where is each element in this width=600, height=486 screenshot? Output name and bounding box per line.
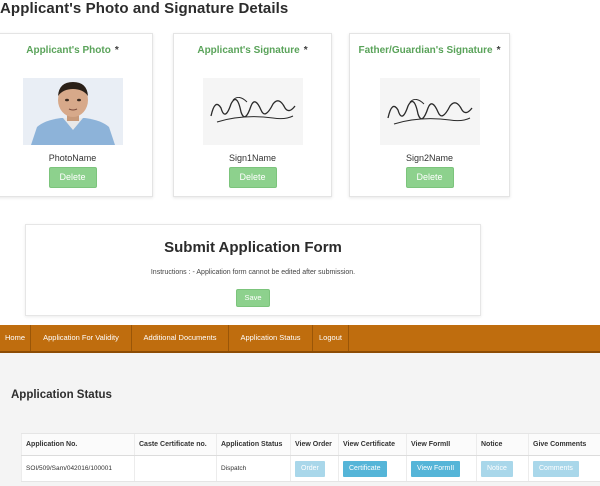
caste-certificate-no-cell <box>134 455 217 482</box>
table-row: SOI/509/Sam/042016/100001 Dispatch Order… <box>21 455 600 482</box>
signature-image <box>202 78 303 145</box>
card-applicant-photo: Applicant's Photo * PhotoName Delete <box>0 33 153 197</box>
view-formii-cell: View FormII <box>406 455 477 482</box>
comments-button[interactable]: Comments <box>533 460 579 477</box>
notice-button[interactable]: Notice <box>481 460 513 477</box>
delete-sign2-button[interactable]: Delete <box>405 167 454 188</box>
card-title-label: Father/Guardian's Signature <box>358 45 493 56</box>
file-name: PhotoName <box>48 153 97 163</box>
card-title: Applicant's Signature * <box>174 45 331 56</box>
view-certificate-cell: Certificate <box>338 455 407 482</box>
status-title: Application Status <box>11 389 112 401</box>
column-header: View Order <box>290 433 339 456</box>
submit-instructions: Instructions : - Application form cannot… <box>150 269 356 276</box>
file-name: Sign2Name <box>405 153 454 163</box>
required-mark: * <box>114 45 119 56</box>
save-button[interactable]: Save <box>236 289 270 307</box>
view-formii-button[interactable]: View FormII <box>411 460 461 477</box>
card-guardian-signature: Father/Guardian's Signature * Sign2Name D… <box>349 33 510 197</box>
column-header: View FormII <box>406 433 477 456</box>
submit-title: Submit Application Form <box>164 239 342 256</box>
delete-photo-button[interactable]: Delete <box>48 167 97 188</box>
column-header: Notice <box>476 433 529 456</box>
applicant-photo-image <box>22 78 123 145</box>
column-header: Caste Certificate no. <box>134 433 217 456</box>
column-header: Application Status <box>216 433 291 456</box>
required-mark: * <box>303 45 308 56</box>
nav-application-status[interactable]: Application Status <box>229 325 313 351</box>
file-name: Sign1Name <box>228 153 277 163</box>
column-header: View Certificate <box>338 433 407 456</box>
delete-sign1-button[interactable]: Delete <box>228 167 277 188</box>
nav-logout[interactable]: Logout <box>313 325 349 351</box>
card-title: Father/Guardian's Signature * <box>350 45 509 56</box>
nav-application-for-validity[interactable]: Application For Validity <box>31 325 132 351</box>
card-applicant-signature: Applicant's Signature * Sign1Name Delete <box>173 33 332 197</box>
required-mark: * <box>496 45 501 56</box>
submit-application-panel: Submit Application Form Instructions : -… <box>25 224 481 316</box>
table-header-row: Application No. Caste Certificate no. Ap… <box>21 433 600 456</box>
main-navbar: Home Application For Validity Additional… <box>0 325 600 353</box>
notice-cell: Notice <box>476 455 529 482</box>
nav-additional-documents[interactable]: Additional Documents <box>132 325 229 351</box>
card-title-label: Applicant's Photo <box>26 45 111 56</box>
section-title: Applicant's Photo and Signature Details <box>0 0 289 17</box>
application-status-table: Application No. Caste Certificate no. Ap… <box>21 433 600 482</box>
column-header: Give Comments <box>528 433 600 456</box>
card-title-label: Applicant's Signature <box>197 45 300 56</box>
application-status-cell: Dispatch <box>216 455 291 482</box>
order-button[interactable]: Order <box>295 460 325 477</box>
column-header: Application No. <box>21 433 135 456</box>
card-title: Applicant's Photo * <box>0 45 152 56</box>
certificate-button[interactable]: Certificate <box>343 460 387 477</box>
comments-cell: Comments <box>528 455 600 482</box>
view-order-cell: Order <box>290 455 339 482</box>
signature-image <box>379 78 480 145</box>
application-no-cell: SOI/509/Sam/042016/100001 <box>21 455 135 482</box>
nav-home[interactable]: Home <box>0 325 31 351</box>
